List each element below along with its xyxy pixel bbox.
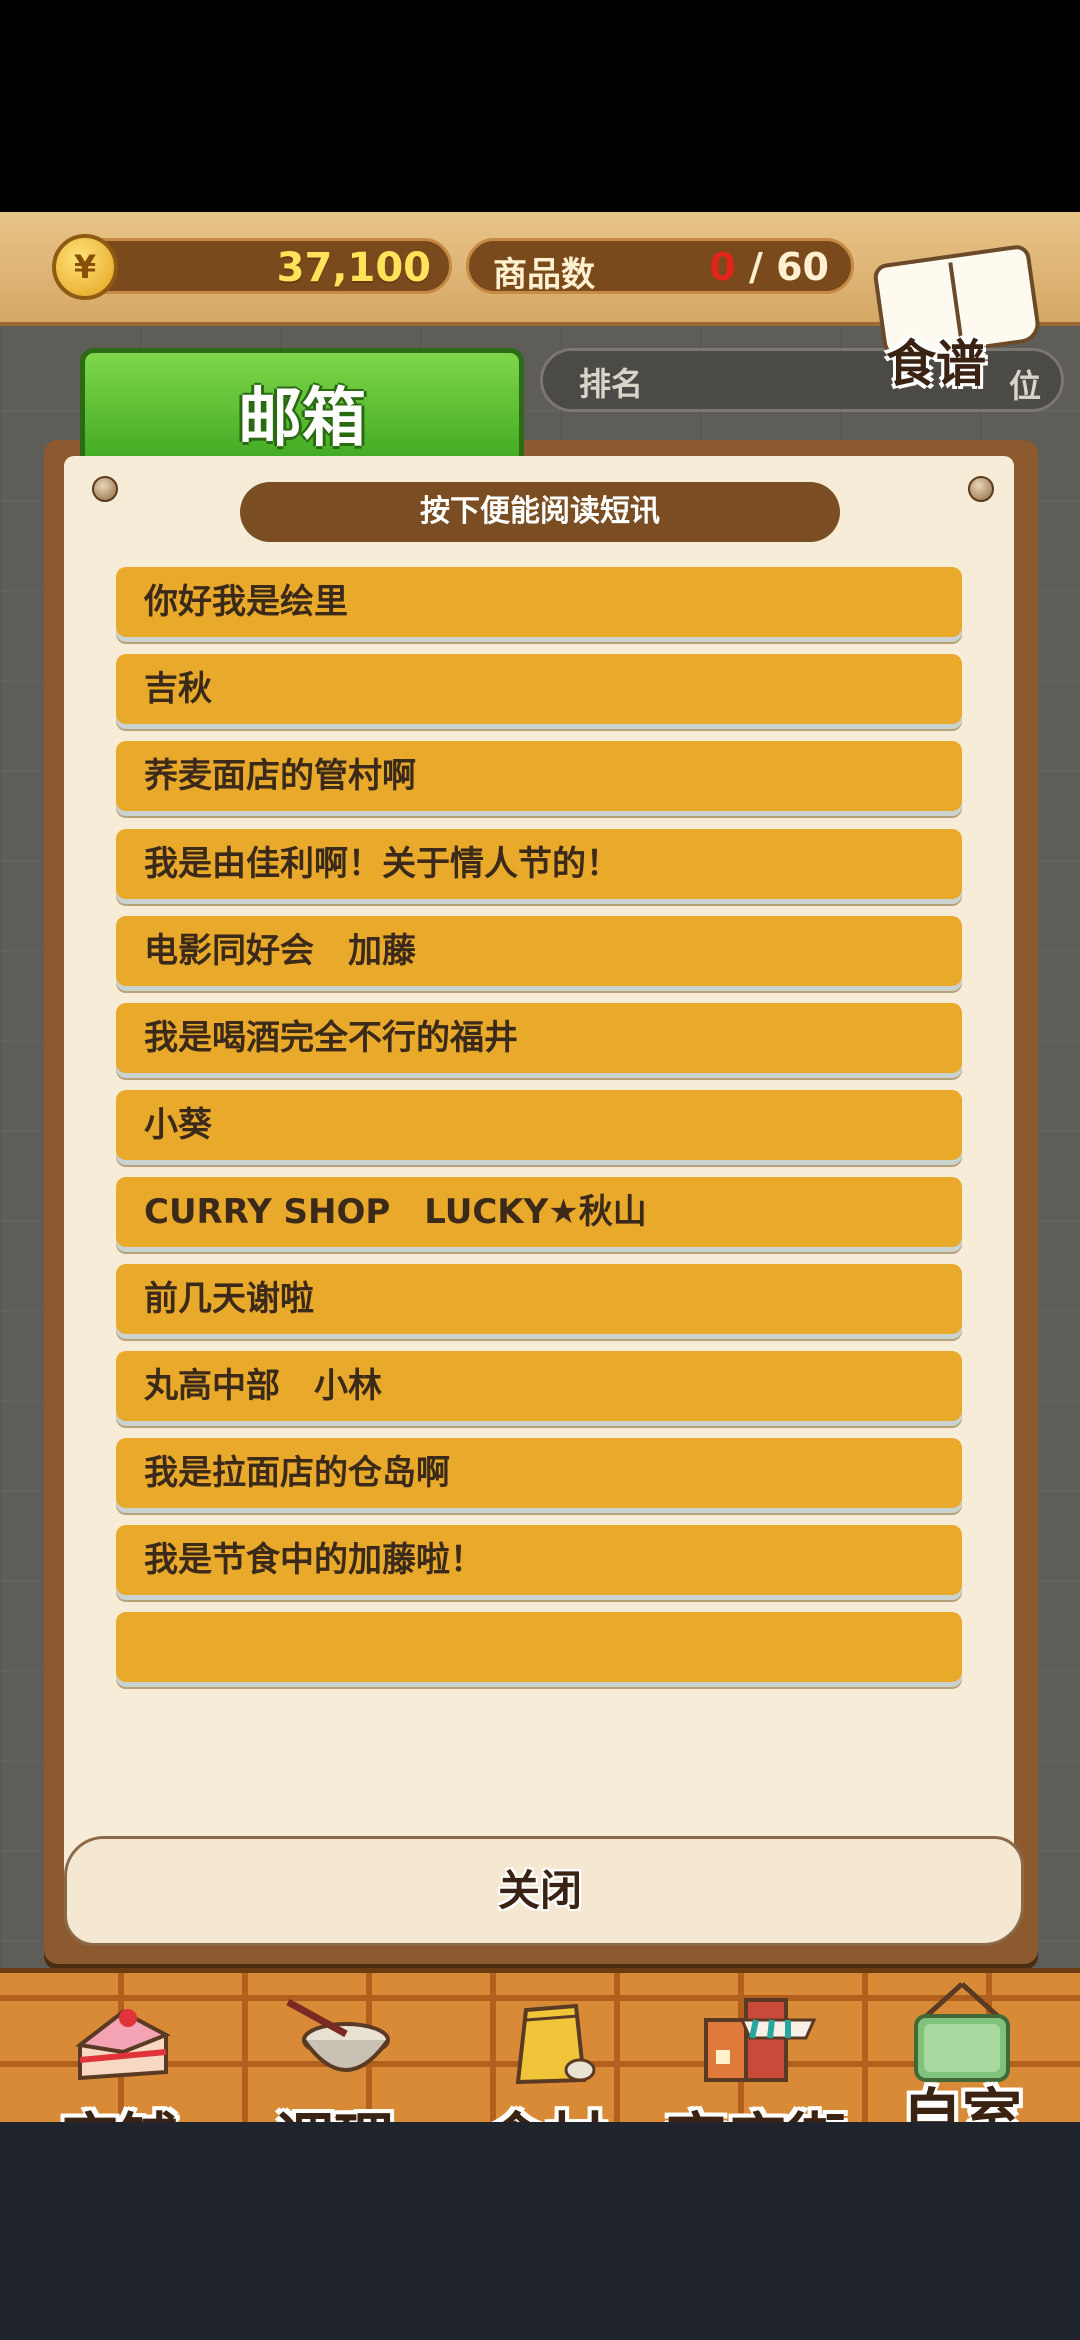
message-item[interactable]: 电影同好会 加藤 xyxy=(116,916,962,986)
message-subject: 前几天谢啦 xyxy=(144,1279,314,1319)
money-display: 37,100 xyxy=(60,238,452,294)
nav-street-label: 商店街 xyxy=(646,2093,866,2122)
sack-icon xyxy=(515,2003,596,2085)
money-value: 37,100 xyxy=(276,245,431,291)
cake-icon xyxy=(75,2009,171,2081)
message-subject: CURRY SHOP LUCKY★秋山 xyxy=(144,1192,647,1232)
goods-label: 商品数 xyxy=(493,255,595,295)
nav-room-label: 自室 xyxy=(902,2083,1022,2122)
message-item[interactable]: 前几天谢啦 xyxy=(116,1264,962,1334)
goods-max: / 60 xyxy=(749,245,829,289)
storefront-icon xyxy=(704,1998,816,2082)
message-subject: 荞麦面店的管村啊 xyxy=(144,756,416,796)
goods-count: 0 / 60 xyxy=(709,245,829,289)
message-item[interactable]: 我是拉面店的仓岛啊 xyxy=(116,1438,962,1508)
pin-icon xyxy=(92,476,118,502)
bowl-whisk-icon xyxy=(286,1998,390,2072)
message-subject: 电影同好会 加藤 xyxy=(144,931,416,971)
nav-shop[interactable]: 店铺 xyxy=(18,1980,218,2122)
message-item-partial[interactable] xyxy=(116,1612,962,1682)
rank-label: 排名 xyxy=(579,365,644,403)
nav-ingredients[interactable]: 食材 xyxy=(446,1980,646,2122)
nav-ingredients-label: 食材 xyxy=(446,2093,646,2122)
message-subject: 你好我是绘里 xyxy=(144,582,348,622)
recipe-book-button[interactable]: 食谱 xyxy=(868,224,1044,404)
recipe-label: 食谱 xyxy=(886,335,986,393)
message-item[interactable]: 丸高中部 小林 xyxy=(116,1351,962,1421)
system-navigation-bar xyxy=(0,2122,1080,2340)
message-item[interactable]: 吉秋 xyxy=(116,654,962,724)
message-subject: 小葵 xyxy=(144,1105,212,1145)
nav-cooking-label: 调理 xyxy=(234,2093,434,2122)
message-item[interactable]: 你好我是绘里 xyxy=(116,567,962,637)
message-item[interactable]: 我是由佳利啊！关于情人节的！ xyxy=(116,829,962,899)
pin-icon xyxy=(968,476,994,502)
nav-cooking[interactable]: 调理 xyxy=(234,1980,434,2122)
message-subject: 我是节食中的加藤啦！ xyxy=(144,1540,484,1580)
message-subject: 我是拉面店的仓岛啊 xyxy=(144,1453,450,1493)
message-item[interactable]: 小葵 xyxy=(116,1090,962,1160)
message-subject: 吉秋 xyxy=(144,669,212,709)
message-item[interactable]: 我是喝酒完全不行的福井 xyxy=(116,1003,962,1073)
nav-street[interactable]: 商店街 xyxy=(646,1980,866,2122)
message-subject: 我是由佳利啊！关于情人节的！ xyxy=(144,844,620,884)
message-item[interactable]: CURRY SHOP LUCKY★秋山 xyxy=(116,1177,962,1247)
message-item[interactable]: 我是节食中的加藤啦！ xyxy=(116,1525,962,1595)
coin-icon: ¥ xyxy=(52,234,118,300)
game-screen: 37,100 ¥ 商品数 0 / 60 排名 位 食谱 邮箱 按下便能阅读短讯 … xyxy=(0,212,1080,2122)
mailbox-title: 邮箱 xyxy=(238,382,366,456)
nav-room[interactable]: 自室 xyxy=(862,1980,1062,2122)
goods-current: 0 xyxy=(709,245,736,289)
close-button[interactable]: 关闭 xyxy=(470,1852,610,1922)
nav-shop-label: 店铺 xyxy=(18,2093,218,2122)
message-list[interactable]: 你好我是绘里 吉秋 荞麦面店的管村啊 我是由佳利啊！关于情人节的！ 电影同好会 … xyxy=(116,567,962,1835)
message-subject: 丸高中部 小林 xyxy=(144,1366,382,1406)
goods-count-display: 商品数 0 / 60 xyxy=(466,238,854,295)
message-item[interactable]: 荞麦面店的管村啊 xyxy=(116,741,962,811)
message-subject: 我是喝酒完全不行的福井 xyxy=(144,1018,518,1058)
mailbox-hint: 按下便能阅读短讯 xyxy=(240,482,840,542)
